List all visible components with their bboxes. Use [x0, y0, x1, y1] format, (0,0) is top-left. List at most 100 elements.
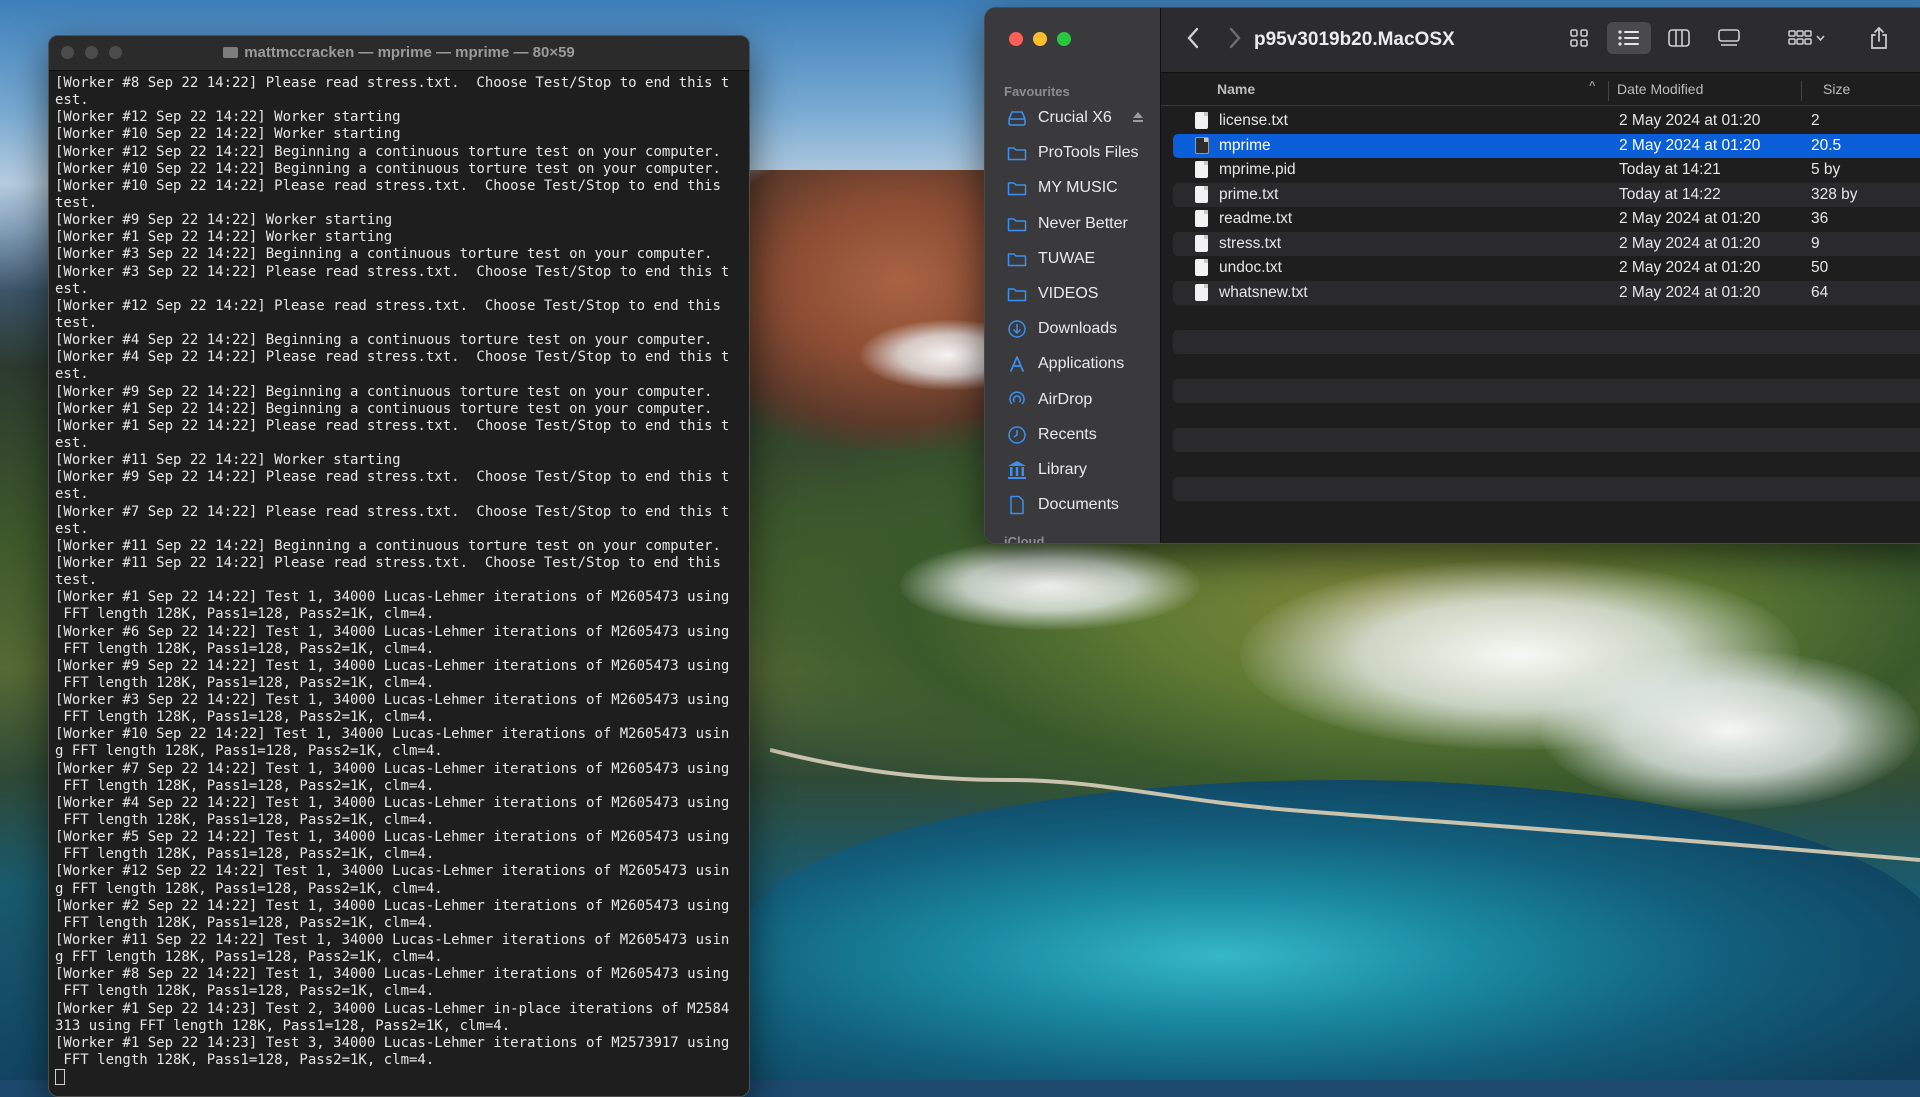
sidebar-item-label: TUWAE	[1038, 249, 1096, 267]
terminal-line: [Worker #10 Sep 22 14:22] Worker startin…	[55, 126, 401, 143]
forward-icon[interactable]	[1227, 26, 1243, 55]
sidebar-item-crucial-x6[interactable]: Crucial X6	[1004, 103, 1154, 133]
terminal-line: [Worker #12 Sep 22 14:22] Worker startin…	[55, 109, 401, 126]
sidebar-item-applications[interactable]: Applications	[1004, 349, 1154, 379]
file-row[interactable]: license.txt 2 May 2024 at 01:20 2	[1173, 109, 1920, 133]
window-title: p95v3019b20.MacOSX	[1254, 29, 1455, 50]
file-row[interactable]: readme.txt 2 May 2024 at 01:20 36	[1173, 207, 1920, 231]
sidebar-item-library[interactable]: Library	[1004, 455, 1154, 485]
file-size: 9	[1811, 234, 1820, 252]
file-date-modified: 2 May 2024 at 01:20	[1619, 210, 1761, 227]
sidebar-item-label: AirDrop	[1038, 390, 1093, 408]
file-date-modified: Today at 14:22	[1619, 185, 1721, 203]
eject-icon[interactable]	[1132, 111, 1144, 126]
sidebar-item-label: Downloads	[1038, 320, 1118, 338]
share-button[interactable]	[1857, 22, 1901, 54]
column-date-modified[interactable]: Date Modified	[1617, 81, 1703, 97]
column-header: Name ^ Date Modified Size	[1161, 73, 1920, 106]
library-icon	[1004, 460, 1030, 480]
external-drive-icon	[1004, 110, 1030, 126]
sidebar-item-documents[interactable]: Documents	[1004, 490, 1154, 520]
applications-icon	[1004, 354, 1030, 374]
back-icon[interactable]	[1185, 26, 1201, 55]
terminal-title: mattmccracken — mprime — mprime — 80×59	[49, 44, 749, 61]
terminal-line: [Worker #9 Sep 22 14:22] Beginning a con…	[55, 383, 713, 400]
terminal-line: [Worker #11 Sep 22 14:22] Beginning a co…	[55, 537, 721, 554]
file-name: whatsnew.txt	[1219, 283, 1308, 301]
finder-toolbar: p95v3019b20.MacOSX	[1161, 8, 1920, 73]
column-view-button[interactable]	[1657, 22, 1701, 54]
sidebar-item-tuwae[interactable]: TUWAE	[1004, 244, 1154, 274]
file-row[interactable]: whatsnew.txt 2 May 2024 at 01:20 64	[1173, 280, 1920, 305]
sidebar-item-label: Library	[1038, 461, 1087, 478]
sidebar-item-label: Crucial X6	[1038, 109, 1112, 126]
terminal-line: [Worker #9 Sep 22 14:22] Test 1, 34000 L…	[55, 657, 730, 674]
terminal-output[interactable]: [Worker #8 Sep 22 14:22] Please read str…	[49, 71, 749, 1092]
file-row[interactable]: prime.txt Today at 14:22 328 by	[1173, 182, 1920, 207]
folder-icon	[1004, 180, 1030, 196]
terminal-line: [Worker #10 Sep 22 14:22] Please read st…	[55, 177, 721, 194]
columns-icon	[1668, 29, 1690, 47]
terminal-window[interactable]: mattmccracken — mprime — mprime — 80×59 …	[48, 35, 750, 1097]
sidebar-item-recents[interactable]: Recents	[1004, 420, 1154, 450]
sidebar-item-label: Applications	[1038, 355, 1125, 373]
sidebar-item-never-better[interactable]: Never Better	[1004, 209, 1154, 239]
folder-icon	[1004, 251, 1030, 267]
sidebar-item-label: Documents	[1038, 496, 1119, 514]
icon-view-button[interactable]	[1557, 22, 1601, 54]
sidebar-item-protools-files[interactable]: ProTools Files	[1004, 138, 1154, 168]
empty-row-stripe	[1173, 427, 1920, 452]
file-name: mprime	[1219, 136, 1271, 154]
file-size: 2	[1811, 112, 1820, 129]
text-file-icon	[1195, 210, 1208, 227]
terminal-line: est.	[55, 486, 89, 503]
sidebar-item-airdrop[interactable]: AirDrop	[1004, 385, 1154, 415]
group-by-button[interactable]	[1779, 22, 1835, 54]
terminal-line: FFT length 128K, Pass1=128, Pass2=1K, cl…	[55, 674, 435, 691]
terminal-line: FFT length 128K, Pass1=128, Pass2=1K, cl…	[55, 1052, 435, 1069]
terminal-titlebar[interactable]: mattmccracken — mprime — mprime — 80×59	[49, 36, 749, 71]
sidebar-item-my-music[interactable]: MY MUSIC	[1004, 173, 1154, 203]
clock-icon	[1004, 425, 1030, 445]
column-divider	[1801, 81, 1802, 101]
file-size: 64	[1811, 283, 1829, 301]
column-size[interactable]: Size	[1823, 81, 1850, 97]
terminal-line: [Worker #1 Sep 22 14:22] Beginning a con…	[55, 400, 713, 417]
file-row[interactable]: mprime.pid Today at 14:21 5 by	[1173, 158, 1920, 182]
zoom-button[interactable]	[1057, 32, 1071, 46]
terminal-line: FFT length 128K, Pass1=128, Pass2=1K, cl…	[55, 777, 435, 794]
column-name[interactable]: Name	[1217, 81, 1255, 97]
terminal-line: [Worker #7 Sep 22 14:22] Test 1, 34000 L…	[55, 760, 730, 777]
share-icon	[1871, 26, 1887, 49]
terminal-line: test.	[55, 194, 98, 211]
text-cursor	[55, 1069, 65, 1086]
file-name: readme.txt	[1219, 210, 1293, 227]
file-row[interactable]: undoc.txt 2 May 2024 at 01:20 50	[1173, 256, 1920, 280]
group-icon	[1788, 30, 1825, 45]
terminal-lines: [Worker #8 Sep 22 14:22] Please read str…	[55, 75, 743, 1069]
list-view-button[interactable]	[1607, 22, 1651, 54]
terminal-line: [Worker #5 Sep 22 14:22] Test 1, 34000 L…	[55, 829, 730, 846]
finder-window[interactable]: Favourites Crucial X6 ProTools Files MY MU…	[984, 7, 1920, 544]
sidebar-item-label: Never Better	[1038, 214, 1128, 232]
terminal-line: est.	[55, 366, 89, 383]
terminal-line: est.	[55, 92, 89, 109]
terminal-line: [Worker #1 Sep 22 14:22] Test 1, 34000 L…	[55, 589, 730, 606]
terminal-line: [Worker #12 Sep 22 14:22] Test 1, 34000 …	[55, 863, 730, 880]
text-file-icon	[1195, 234, 1208, 252]
terminal-line: FFT length 128K, Pass1=128, Pass2=1K, cl…	[55, 846, 435, 863]
folder-icon	[1004, 216, 1030, 232]
text-file-icon	[1195, 161, 1208, 178]
terminal-line: [Worker #8 Sep 22 14:22] Please read str…	[55, 75, 730, 91]
file-date-modified: 2 May 2024 at 01:20	[1619, 283, 1761, 301]
close-button[interactable]	[1009, 32, 1023, 46]
minimize-button[interactable]	[1033, 32, 1047, 46]
sidebar-item-downloads[interactable]: Downloads	[1004, 314, 1154, 344]
sidebar-item-videos[interactable]: VIDEOS	[1004, 279, 1154, 309]
file-row[interactable]: mprime 2 May 2024 at 01:20 20.5	[1173, 133, 1920, 158]
terminal-line: [Worker #12 Sep 22 14:22] Beginning a co…	[55, 143, 721, 160]
column-divider	[1608, 81, 1609, 101]
folder-icon	[223, 47, 239, 58]
gallery-view-button[interactable]	[1707, 22, 1751, 54]
file-row[interactable]: stress.txt 2 May 2024 at 01:20 9	[1173, 231, 1920, 256]
